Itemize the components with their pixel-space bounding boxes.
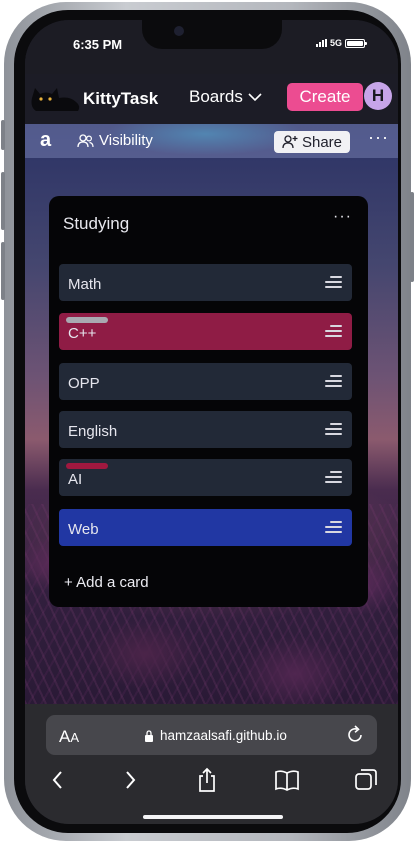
boards-label: Boards bbox=[189, 87, 243, 106]
side-button-left-1 bbox=[1, 120, 5, 150]
side-button-left-3 bbox=[1, 242, 5, 300]
network-label: 5G bbox=[329, 38, 342, 48]
aa-large: A bbox=[59, 727, 71, 746]
drag-handle-icon[interactable] bbox=[325, 471, 342, 483]
front-camera bbox=[174, 26, 184, 36]
notch bbox=[142, 20, 282, 49]
share-sheet-icon[interactable] bbox=[194, 767, 220, 793]
drag-handle-icon[interactable] bbox=[325, 325, 342, 337]
card-label[interactable] bbox=[66, 317, 108, 323]
card-math[interactable]: Math bbox=[59, 264, 352, 301]
card-opp[interactable]: OPP bbox=[59, 363, 352, 400]
list-more-button[interactable]: ··· bbox=[333, 208, 352, 226]
card-title: AI bbox=[68, 471, 83, 488]
browser-nav-row bbox=[25, 767, 398, 797]
tabs-icon[interactable] bbox=[353, 767, 379, 793]
list-title[interactable]: Studying bbox=[63, 214, 129, 234]
card-ai[interactable]: AI bbox=[59, 459, 352, 496]
back-icon[interactable] bbox=[45, 767, 71, 793]
phone-frame: 6:35 PM 5G KittyTask Boards Create H a V… bbox=[1, 2, 414, 841]
reload-icon[interactable] bbox=[346, 724, 364, 744]
address-bar[interactable]: AA hamzaalsafi.github.io bbox=[46, 715, 377, 755]
cat-logo-icon[interactable] bbox=[30, 84, 82, 112]
card-cpp[interactable]: C++ bbox=[59, 313, 352, 350]
browser-toolbar: AA hamzaalsafi.github.io bbox=[25, 704, 398, 824]
user-avatar[interactable]: H bbox=[364, 82, 392, 110]
top-navigation: KittyTask Boards Create H bbox=[25, 74, 398, 124]
share-label: Share bbox=[301, 133, 343, 151]
reader-settings-button[interactable]: AA bbox=[59, 727, 79, 747]
visibility-button[interactable]: Visibility bbox=[77, 132, 153, 149]
chevron-down-icon bbox=[248, 92, 262, 101]
drag-handle-icon[interactable] bbox=[325, 276, 342, 288]
boards-dropdown[interactable]: Boards bbox=[189, 87, 262, 107]
board-title[interactable]: a bbox=[40, 129, 51, 152]
screen: 6:35 PM 5G KittyTask Boards Create H a V… bbox=[25, 20, 398, 824]
card-english[interactable]: English bbox=[59, 411, 352, 448]
side-button-left-2 bbox=[1, 172, 5, 230]
forward-icon[interactable] bbox=[117, 767, 143, 793]
app-viewport: KittyTask Boards Create H a Visibility S… bbox=[25, 74, 398, 704]
add-card-button[interactable]: + Add a card bbox=[64, 574, 149, 591]
status-indicators: 5G bbox=[315, 38, 367, 48]
app-brand[interactable]: KittyTask bbox=[83, 89, 158, 109]
side-button-right bbox=[410, 192, 414, 282]
visibility-label: Visibility bbox=[99, 132, 153, 149]
signal-icon bbox=[315, 39, 327, 47]
board-more-button[interactable]: ··· bbox=[368, 127, 389, 148]
drag-handle-icon[interactable] bbox=[325, 375, 342, 387]
card-title: Web bbox=[68, 521, 99, 538]
card-title: OPP bbox=[68, 375, 100, 392]
drag-handle-icon[interactable] bbox=[325, 521, 342, 533]
card-title: C++ bbox=[68, 325, 97, 342]
list-studying: Studying ··· Math C++ OPP English AI Web… bbox=[49, 196, 368, 607]
card-web[interactable]: Web bbox=[59, 509, 352, 546]
board-header: a Visibility Share ··· bbox=[25, 124, 398, 158]
share-button[interactable]: Share bbox=[274, 131, 350, 153]
lock-icon bbox=[145, 729, 153, 742]
url-display[interactable]: hamzaalsafi.github.io bbox=[144, 728, 287, 743]
card-title: English bbox=[68, 423, 118, 440]
card-label[interactable] bbox=[66, 463, 108, 469]
users-icon bbox=[77, 133, 94, 147]
create-button[interactable]: Create bbox=[287, 83, 363, 111]
url-text: hamzaalsafi.github.io bbox=[160, 728, 287, 743]
aa-small: A bbox=[70, 730, 80, 745]
card-title: Math bbox=[68, 276, 102, 293]
status-time: 6:35 PM bbox=[73, 37, 123, 52]
bookmarks-icon[interactable] bbox=[274, 767, 300, 793]
battery-icon bbox=[345, 38, 367, 48]
home-indicator bbox=[143, 815, 283, 819]
drag-handle-icon[interactable] bbox=[325, 423, 342, 435]
add-user-icon bbox=[282, 135, 298, 149]
